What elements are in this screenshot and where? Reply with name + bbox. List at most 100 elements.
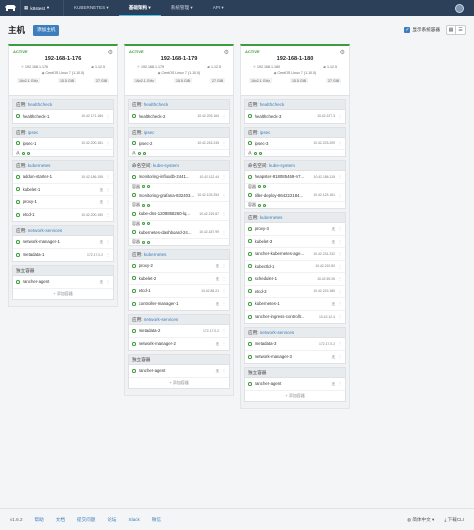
more-menu-icon[interactable]: ⋮: [106, 252, 110, 257]
container-row[interactable]: ipsec-3 10.42.223.209 ⋮: [245, 138, 345, 150]
more-menu-icon[interactable]: ⋮: [106, 174, 110, 179]
add-container-button[interactable]: + 添加容器: [245, 391, 345, 401]
container-name[interactable]: kubelet-1: [23, 187, 98, 192]
container-row[interactable]: network-manager-1 无 ⋮: [13, 236, 113, 249]
container-row[interactable]: metadata-1 172.17.0.2 ⋮: [13, 249, 113, 262]
host-name[interactable]: 192-168-1-179: [129, 56, 229, 62]
stack-name-link[interactable]: healthcheck: [28, 102, 53, 107]
more-menu-icon[interactable]: ⋮: [222, 276, 226, 281]
container-row[interactable]: addon-starter-1 10.42.186.155 ⋮: [13, 171, 113, 184]
more-menu-icon[interactable]: ⋮: [106, 199, 110, 204]
container-name[interactable]: controller-manager-1: [139, 301, 214, 306]
container-name[interactable]: metadata-2: [139, 328, 201, 333]
gear-icon[interactable]: ⚙: [224, 49, 229, 56]
stack-name-link[interactable]: kube-system: [269, 163, 295, 168]
nav-item-api[interactable]: API ▾: [203, 0, 234, 16]
container-name[interactable]: healthcheck-3: [255, 114, 315, 119]
more-menu-icon[interactable]: ⋮: [222, 174, 226, 179]
container-name[interactable]: ipsec-2: [139, 141, 196, 146]
container-name[interactable]: proxy-3: [255, 226, 330, 231]
stack-name-link[interactable]: network-services: [144, 317, 178, 322]
container-row[interactable]: ipsec-2 10.42.243.245 ⋮: [129, 138, 229, 150]
add-container-button[interactable]: + 添加容器: [129, 378, 229, 388]
show-system-toggle[interactable]: ✓ 显示系统容器: [404, 27, 440, 33]
container-name[interactable]: rancher-agent: [23, 279, 98, 284]
container-name[interactable]: scheduler-1: [255, 276, 315, 281]
more-menu-icon[interactable]: ⋮: [338, 276, 342, 281]
footer-link-issue[interactable]: 提交问题: [77, 517, 95, 523]
more-menu-icon[interactable]: ⋮: [222, 141, 226, 146]
container-name[interactable]: metadata-1: [23, 252, 85, 257]
container-row[interactable]: metadata-3 172.17.0.2 ⋮: [245, 338, 345, 351]
list-view-icon[interactable]: ☰: [456, 26, 465, 34]
container-name[interactable]: monitoring-influxdb-2441...: [139, 174, 198, 179]
container-name[interactable]: tiller-deploy-864222184...: [255, 193, 312, 198]
container-name[interactable]: network-manager-3: [255, 354, 330, 359]
footer-link-slack[interactable]: Slack: [129, 517, 140, 522]
container-row[interactable]: proxy-3 无 ⋮: [245, 223, 345, 236]
container-row[interactable]: proxy-2 无 ⋮: [129, 260, 229, 273]
container-name[interactable]: network-manager-2: [139, 341, 214, 346]
container-name[interactable]: kubernetes-dashboard-24...: [139, 230, 198, 235]
more-menu-icon[interactable]: ⋮: [222, 328, 226, 333]
more-menu-icon[interactable]: ⋮: [222, 368, 226, 373]
more-menu-icon[interactable]: ⋮: [338, 239, 342, 244]
container-row[interactable]: healthcheck-2 10.42.203.164 ⋮: [129, 110, 229, 123]
container-name[interactable]: ipsec-1: [23, 141, 80, 146]
more-menu-icon[interactable]: ⋮: [338, 226, 342, 231]
stack-name-link[interactable]: ipsec: [144, 130, 155, 135]
container-name[interactable]: kubectld-1: [255, 264, 314, 269]
container-row[interactable]: metadata-2 172.17.0.2 ⋮: [129, 325, 229, 338]
host-name[interactable]: 192-168-1-180: [245, 56, 345, 62]
container-row[interactable]: kubectld-1 10.42.210.83 ⋮: [245, 261, 345, 273]
gear-icon[interactable]: ⚙: [108, 49, 113, 56]
stack-name-link[interactable]: kubernetes: [28, 163, 51, 168]
avatar[interactable]: [455, 3, 464, 13]
add-container-button[interactable]: + 添加容器: [13, 289, 113, 299]
container-row[interactable]: kubelet-3 无 ⋮: [245, 236, 345, 248]
stack-name-link[interactable]: healthcheck: [260, 102, 285, 107]
container-name[interactable]: metadata-3: [255, 341, 317, 346]
container-name[interactable]: kube-dns-1208858260-lq...: [139, 211, 198, 216]
container-name[interactable]: heapster-818085469-n7...: [255, 174, 312, 179]
more-menu-icon[interactable]: ⋮: [338, 301, 342, 306]
container-name[interactable]: rancher-agent: [139, 368, 214, 373]
container-name[interactable]: etcd-1: [139, 288, 199, 293]
more-menu-icon[interactable]: ⋮: [338, 354, 342, 359]
more-menu-icon[interactable]: ⋮: [106, 114, 110, 119]
download-cli-link[interactable]: ⤓ 下载CLI: [444, 517, 464, 523]
more-menu-icon[interactable]: ⋮: [338, 314, 342, 319]
container-name[interactable]: etcd-3: [255, 289, 312, 294]
container-row[interactable]: heapster-818085469-n7... 10.42.186.115 ⋮: [245, 171, 345, 184]
nav-item-infrastructure[interactable]: 基础架构 ▾: [118, 0, 161, 16]
container-name[interactable]: etcd-1: [23, 212, 80, 217]
more-menu-icon[interactable]: ⋮: [106, 239, 110, 244]
more-menu-icon[interactable]: ⋮: [106, 279, 110, 284]
stack-name-link[interactable]: healthcheck: [144, 102, 169, 107]
container-row[interactable]: network-manager-2 无 ⋮: [129, 338, 229, 351]
more-menu-icon[interactable]: ⋮: [338, 174, 342, 179]
container-name[interactable]: addon-starter-1: [23, 174, 80, 179]
more-menu-icon[interactable]: ⋮: [106, 141, 110, 146]
more-menu-icon[interactable]: ⋮: [338, 114, 342, 119]
container-row[interactable]: rancher-agent 无 ⋮: [13, 276, 113, 289]
container-row[interactable]: proxy-1 无 ⋮: [13, 196, 113, 209]
container-row[interactable]: rancher-ingress-controllr... 10.42.12.4 ⋮: [245, 311, 345, 324]
stack-name-link[interactable]: ipsec: [28, 130, 39, 135]
more-menu-icon[interactable]: ⋮: [106, 212, 110, 217]
more-menu-icon[interactable]: ⋮: [338, 251, 342, 256]
more-menu-icon[interactable]: ⋮: [222, 114, 226, 119]
nav-item-admin[interactable]: 系统管理 ▾: [161, 0, 203, 16]
stack-name-link[interactable]: kube-system: [153, 163, 179, 168]
container-row[interactable]: monitoring-influxdb-2441... 10.42.112.44 ⋮: [129, 171, 229, 184]
container-row[interactable]: ipsec-1 10.42.200.181 ⋮: [13, 138, 113, 150]
more-menu-icon[interactable]: ⋮: [338, 289, 342, 294]
more-menu-icon[interactable]: ⋮: [106, 187, 110, 192]
more-menu-icon[interactable]: ⋮: [222, 230, 226, 235]
container-row[interactable]: etcd-1 10.42.200.150 ⋮: [13, 209, 113, 222]
more-menu-icon[interactable]: ⋮: [338, 381, 342, 386]
container-row[interactable]: rancher-kubernetes-age... 10.42.231.232 ⋮: [245, 248, 345, 261]
container-row[interactable]: kubelet-2 无 ⋮: [129, 273, 229, 285]
container-name[interactable]: proxy-2: [139, 263, 214, 268]
container-row[interactable]: kube-dns-1208858260-lq... 10.42.219.87 ⋮: [129, 208, 229, 221]
